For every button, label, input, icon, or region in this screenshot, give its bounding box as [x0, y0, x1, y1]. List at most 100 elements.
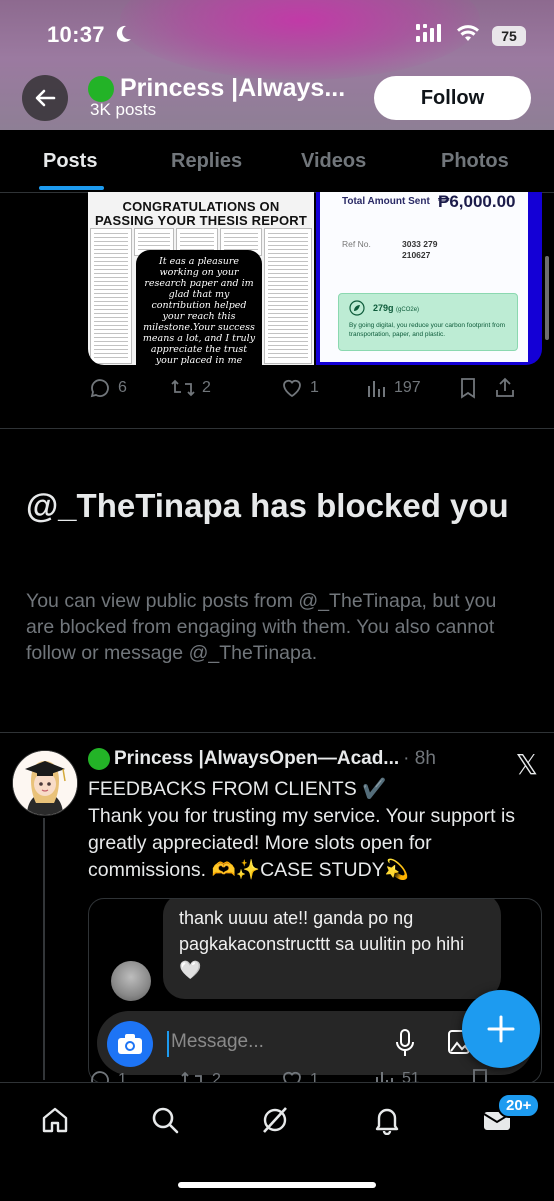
text-caret	[167, 1031, 169, 1057]
blocked-description: You can view public posts from @_TheTina…	[26, 590, 497, 664]
reply-button[interactable]: 6	[88, 376, 170, 400]
heart-icon	[283, 379, 301, 398]
like-button[interactable]: 1	[280, 376, 366, 400]
back-button[interactable]	[22, 75, 68, 121]
arrow-left-icon	[35, 89, 56, 107]
view-count: 197	[394, 379, 421, 396]
camera-icon	[118, 1034, 142, 1054]
reply-count: 1	[118, 1071, 127, 1082]
message-placeholder: Message...	[171, 1031, 264, 1052]
microphone-icon	[395, 1029, 415, 1062]
like-count: 1	[310, 1071, 319, 1082]
wifi-icon	[456, 24, 480, 47]
cellular-icon	[416, 24, 444, 47]
camera-button	[107, 1021, 153, 1067]
divider	[0, 732, 554, 733]
thread-line	[43, 818, 45, 1080]
bell-icon	[375, 1108, 399, 1135]
moon-icon	[113, 24, 133, 49]
total-amount-value: ₱6,000.00	[438, 192, 516, 211]
grok-icon	[263, 1107, 287, 1133]
bookmark-button[interactable]	[458, 377, 494, 399]
views-icon	[368, 381, 385, 397]
repost-icon	[171, 379, 195, 397]
repost-button[interactable]: 2	[180, 1068, 280, 1082]
post-time[interactable]: · 8h	[403, 748, 436, 770]
graduate-avatar-icon	[13, 751, 77, 815]
posts-count: 3K posts	[90, 100, 157, 119]
like-button[interactable]: 1	[280, 1068, 374, 1082]
repost-button[interactable]: 2	[170, 376, 280, 400]
plus-icon	[487, 1015, 515, 1043]
tab-photos[interactable]: Photos	[441, 150, 509, 173]
divider	[0, 428, 554, 429]
like-count: 1	[310, 379, 319, 396]
green-circle-emoji	[88, 748, 110, 770]
image-message: It eas a pleasure working on your resear…	[136, 250, 262, 365]
document-thumbnail	[90, 228, 132, 364]
repost-count: 2	[202, 379, 211, 396]
green-circle-emoji	[88, 75, 114, 102]
home-icon	[42, 1107, 68, 1133]
ref-value: 3033 279 210627	[402, 239, 438, 260]
nav-home[interactable]	[38, 1103, 72, 1137]
eco-info-box: 279g (gCO2e) By going digital, you reduc…	[338, 293, 518, 351]
repost-count: 2	[212, 1071, 221, 1082]
total-amount-label: Total Amount Sent	[342, 196, 430, 207]
document-thumbnail	[264, 228, 312, 364]
views-button[interactable]: 197	[366, 377, 458, 399]
profile-name-line: Princess |Always...	[88, 74, 345, 103]
leaf-icon	[349, 300, 365, 321]
scrollbar-thumb[interactable]	[545, 256, 549, 340]
eco-text: By going digital, you reduce your carbon…	[349, 322, 506, 338]
post-image-receipt[interactable]: Total Amount Sent ₱6,000.00 Ref No. 3033…	[316, 192, 542, 365]
post-image-certificate[interactable]: CONGRATULATIONS ON PASSING YOUR THESIS R…	[88, 192, 314, 365]
views-button[interactable]: 51	[374, 1068, 470, 1082]
bookmark-button[interactable]	[470, 1068, 500, 1082]
messages-badge: 20+	[497, 1093, 541, 1118]
reply-count: 6	[118, 379, 127, 396]
eco-quantity: 279g (gCO2e)	[373, 303, 420, 313]
post-text-body: Thank you for trusting my service. Your …	[88, 805, 516, 881]
status-icons: 75	[416, 24, 526, 47]
ref-label: Ref No.	[342, 239, 371, 249]
search-icon	[152, 1107, 179, 1134]
chat-avatar	[111, 961, 151, 1001]
image-headline: CONGRATULATIONS ON PASSING YOUR THESIS R…	[94, 199, 308, 228]
nav-search[interactable]	[148, 1103, 182, 1137]
blocked-title: @_TheTinapa has blocked you	[26, 487, 509, 524]
tab-videos[interactable]: Videos	[301, 150, 366, 173]
tab-replies[interactable]: Replies	[171, 150, 242, 173]
profile-header: 10:37 75 Princess |Always... 3K posts Fo…	[0, 0, 554, 130]
status-time: 10:37	[47, 22, 105, 47]
home-indicator	[178, 1182, 376, 1188]
post-actions-second: 1 2 1 51	[88, 1068, 538, 1082]
post-author[interactable]: Princess |AlwaysOpen—Acad...	[114, 748, 399, 770]
compose-button[interactable]	[462, 990, 540, 1068]
receipt-card: Total Amount Sent ₱6,000.00 Ref No. 3033…	[320, 192, 528, 362]
nav-notifications[interactable]	[370, 1103, 404, 1137]
active-tab-indicator	[39, 186, 104, 190]
view-count: 51	[402, 1070, 420, 1082]
chat-message: thank uuuu ate!! ganda po ng pagkakacons…	[163, 899, 501, 999]
nav-grok[interactable]	[258, 1103, 292, 1137]
bookmark-icon	[461, 378, 475, 399]
post-header: Princess |AlwaysOpen—Acad... · 8h	[88, 748, 436, 770]
battery-indicator: 75	[492, 25, 526, 46]
share-button[interactable]	[494, 377, 524, 399]
views-icon	[376, 1072, 393, 1082]
post-text-title: FEEDBACKS FROM CLIENTS ✔️	[88, 778, 387, 800]
bookmark-icon	[473, 1069, 487, 1082]
heart-icon	[283, 1071, 301, 1082]
repost-icon	[181, 1071, 202, 1082]
reply-button[interactable]: 1	[88, 1068, 180, 1082]
tab-posts[interactable]: Posts	[43, 150, 97, 173]
post-text: FEEDBACKS FROM CLIENTS ✔️ Thank you for …	[88, 776, 536, 884]
avatar[interactable]	[12, 750, 78, 816]
reply-icon	[91, 1071, 109, 1082]
follow-button[interactable]: Follow	[374, 76, 531, 120]
share-icon	[496, 377, 514, 397]
reply-icon	[90, 379, 109, 398]
profile-name: Princess |Always...	[120, 74, 346, 102]
profile-tabs: Posts Replies Videos Photos	[0, 130, 554, 193]
